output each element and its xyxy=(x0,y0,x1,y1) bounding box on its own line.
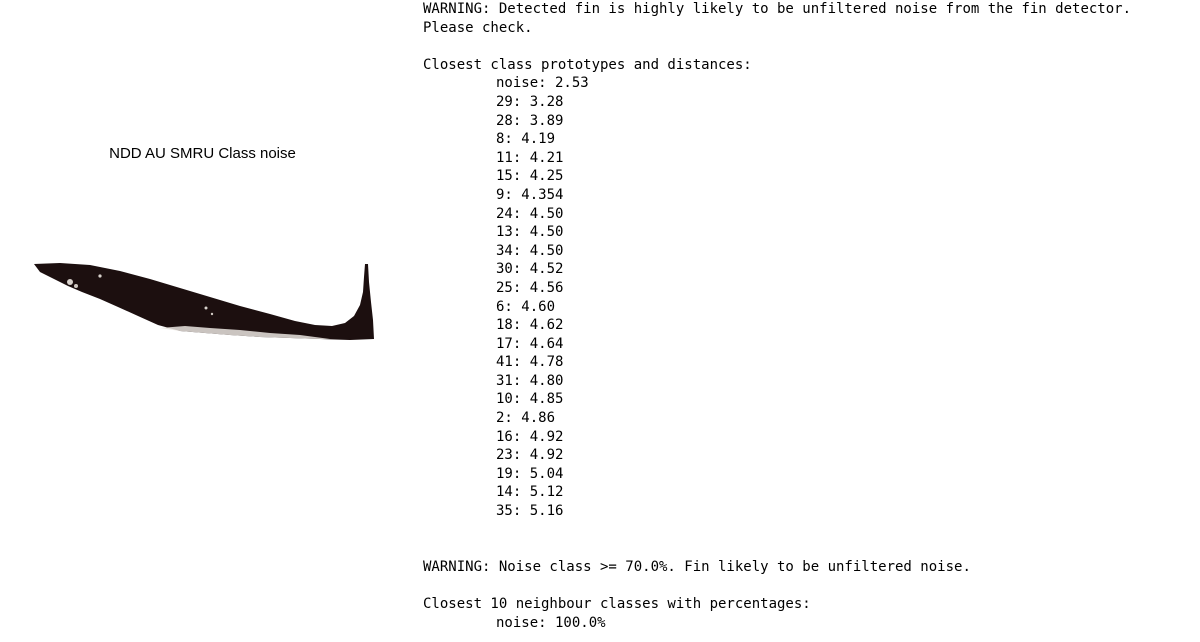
prototype-item: 41: 4.78 xyxy=(496,354,564,371)
prototype-item: 35: 5.16 xyxy=(496,503,564,520)
fin-speck xyxy=(204,306,208,310)
prototype-item: 30: 4.52 xyxy=(496,261,564,278)
prototype-item: 9: 4.354 xyxy=(496,186,564,203)
warning-detector-line-2: Please check. xyxy=(423,19,533,36)
prototype-item: noise: 2.53 xyxy=(496,75,589,92)
classification-report: WARNING: Detected fin is highly likely t… xyxy=(423,0,1200,632)
prototype-item: 8: 4.19 xyxy=(496,131,556,148)
fin-speck xyxy=(74,284,78,288)
fin-speck xyxy=(67,279,73,285)
neighbours-heading: Closest 10 neighbour classes with percen… xyxy=(423,596,811,612)
prototype-item: 34: 4.50 xyxy=(496,242,564,259)
fin-image xyxy=(34,263,374,340)
prototype-item: 10: 4.85 xyxy=(496,391,564,408)
prototype-item: 14: 5.12 xyxy=(496,484,564,501)
prototype-item: 6: 4.60 xyxy=(496,298,556,315)
prototype-item: 13: 4.50 xyxy=(496,224,564,241)
prototype-item: 19: 5.04 xyxy=(496,465,564,482)
fin-preview-panel: NDD AU SMRU Class noise xyxy=(0,0,405,642)
neighbour-item: noise: 100.0% xyxy=(496,614,606,631)
prototype-item: 17: 4.64 xyxy=(496,335,564,352)
prototype-list: noise: 2.53 29: 3.28 28: 3.89 8: 4.19 11… xyxy=(423,74,1200,520)
prototype-item: 18: 4.62 xyxy=(496,317,564,334)
prototype-item: 24: 4.50 xyxy=(496,205,564,222)
prototype-item: 25: 4.56 xyxy=(496,279,564,296)
prototype-item: 15: 4.25 xyxy=(496,168,564,185)
prototype-item: 2: 4.86 xyxy=(496,410,556,427)
prototypes-heading: Closest class prototypes and distances: xyxy=(423,56,752,73)
prototype-item: 29: 3.28 xyxy=(496,93,564,110)
prototype-item: 16: 4.92 xyxy=(496,428,564,445)
fin-speck xyxy=(210,312,214,316)
prototype-item: 31: 4.80 xyxy=(496,372,564,389)
fin-speck xyxy=(98,274,102,278)
class-title: NDD AU SMRU Class noise xyxy=(109,145,296,162)
prototype-item: 11: 4.21 xyxy=(496,149,564,166)
warning-detector-line-1: WARNING: Detected fin is highly likely t… xyxy=(423,1,1132,17)
neighbour-list: noise: 100.0% xyxy=(423,614,1200,633)
prototype-item: 28: 3.89 xyxy=(496,112,564,129)
warning-noise-line: WARNING: Noise class >= 70.0%. Fin likel… xyxy=(423,558,971,575)
prototype-item: 23: 4.92 xyxy=(496,447,564,464)
